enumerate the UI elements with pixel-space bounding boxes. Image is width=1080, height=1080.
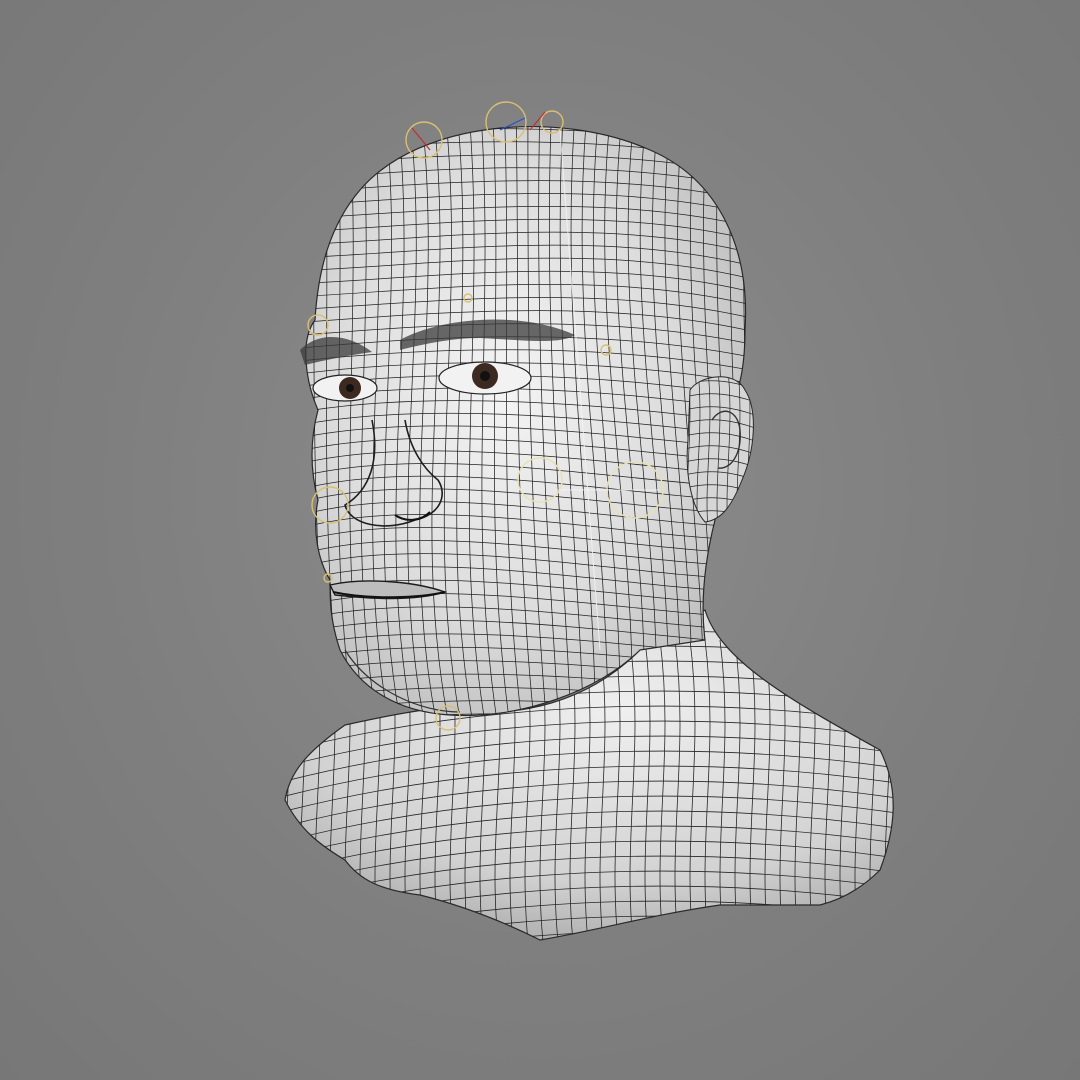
right-eye	[438, 361, 532, 395]
head-model[interactable]	[0, 0, 1080, 1080]
3d-viewport[interactable]	[0, 0, 1080, 1080]
left-eye	[312, 374, 378, 402]
